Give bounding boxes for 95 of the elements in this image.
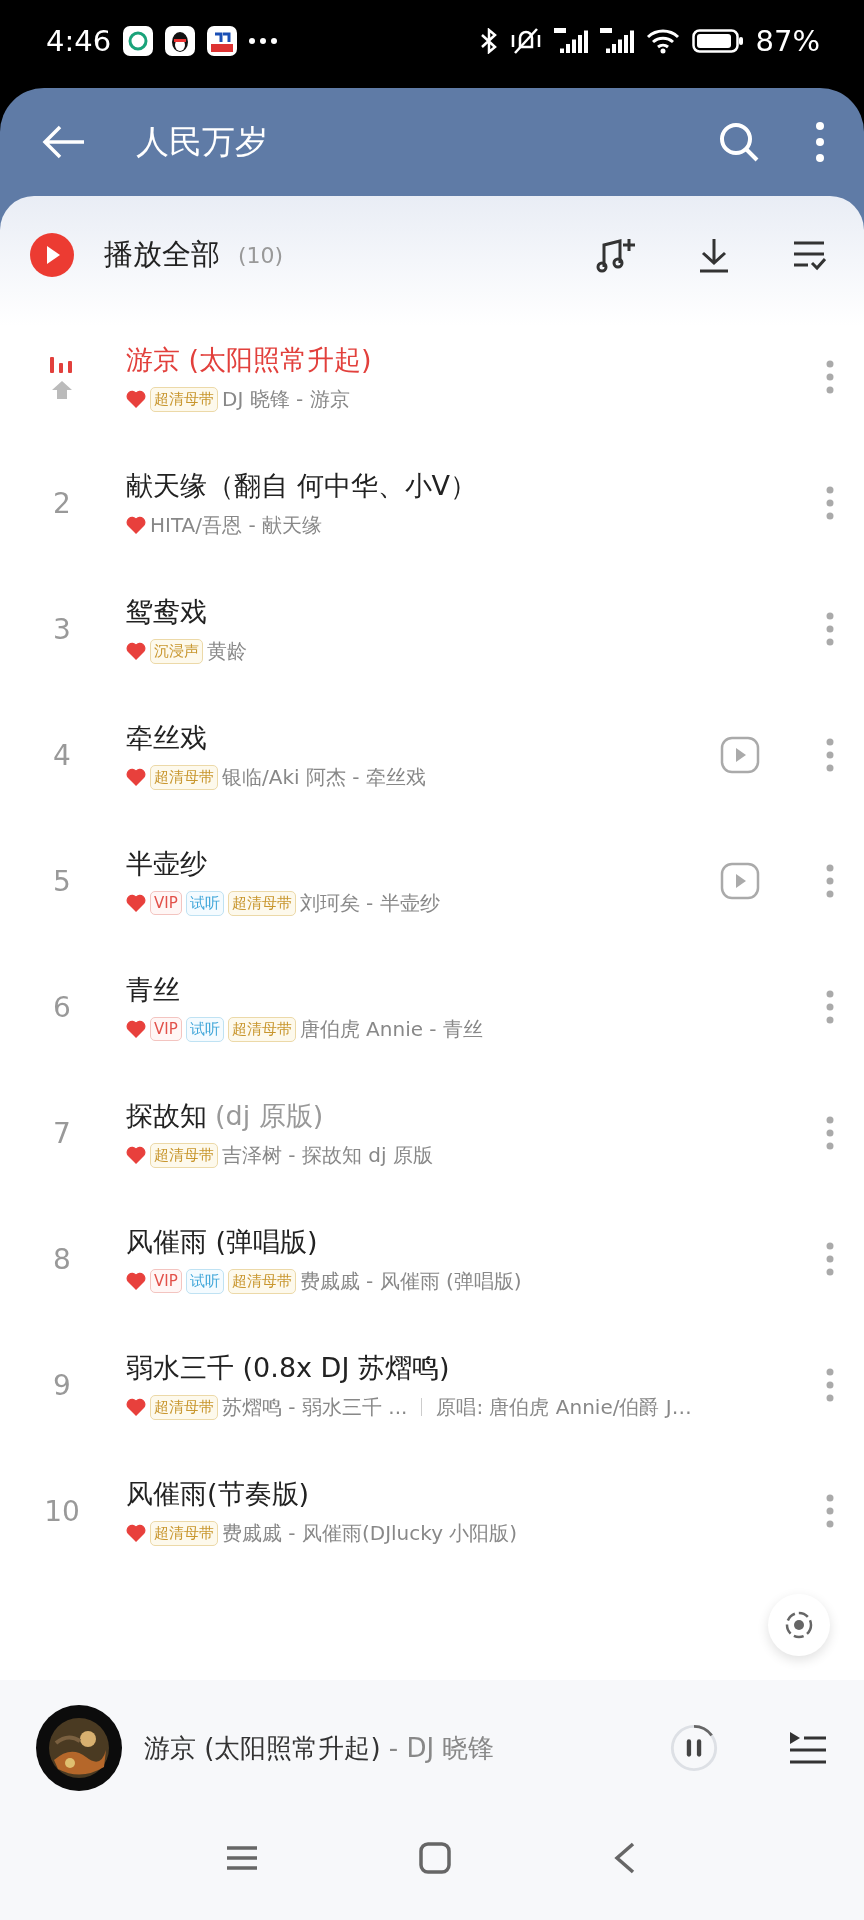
track-number: 6 [53, 990, 71, 1024]
song-row[interactable]: 9 弱水三千 (0.8x DJ 苏熠鸣) 超清母带 苏熠鸣 - 弱水三千 ... 原唱: 唐伯虎 Annie/伯爵 J… [0, 1322, 864, 1448]
song-title: 半壶纱 [126, 846, 208, 881]
clock: 4:46 [46, 24, 112, 58]
quality-badge: 超清母带 [227, 1016, 296, 1042]
track-number: 10 [44, 1494, 80, 1528]
song-row[interactable]: 6 青丝 VIP 试听 超清母带 唐伯虎 Annie - 青丝 [0, 944, 864, 1070]
vip-badge: VIP [150, 1017, 182, 1041]
quality-badge: 超清母带 [150, 386, 218, 412]
song-artist: 费戚戚 - 风催雨 (弹唱版) [299, 1267, 522, 1295]
more-icon[interactable] [826, 1116, 834, 1150]
track-number: 5 [53, 864, 71, 898]
song-row[interactable]: 4 牵丝戏 超清母带 银临/Aki 阿杰 - 牵丝戏 [0, 692, 864, 818]
song-title: 探故知 (dj 原版) [126, 1098, 325, 1133]
app-notification-icon [123, 26, 154, 56]
song-artist: 吉泽树 - 探故知 dj 原版 [222, 1141, 433, 1169]
more-icon[interactable] [826, 738, 834, 772]
song-title: 弱水三千 (0.8x DJ 苏熠鸣) [126, 1350, 451, 1385]
track-number: 2 [53, 486, 71, 520]
song-artist: 费戚戚 - 风催雨(DJlucky 小阳版) [222, 1519, 518, 1547]
heart-icon[interactable] [126, 894, 146, 912]
song-title: 风催雨 (弹唱版) [126, 1224, 319, 1259]
more-icon[interactable] [826, 360, 834, 394]
quality-badge: 超清母带 [150, 1520, 218, 1546]
song-row[interactable]: 5 半壶纱 VIP 试听 超清母带 刘珂矣 - 半壶纱 [0, 818, 864, 944]
vip-badge: VIP [150, 891, 182, 915]
preview-badge: 试听 [185, 1016, 224, 1042]
vertical-dots-icon [816, 122, 824, 162]
playlist-title: 人民万岁 [136, 120, 269, 163]
heart-icon[interactable] [126, 390, 146, 408]
song-row[interactable]: 8 风催雨 (弹唱版) VIP 试听 超清母带 费戚戚 - 风催雨 (弹唱版) [0, 1196, 864, 1322]
preview-badge: 试听 [185, 1268, 224, 1294]
more-icon[interactable] [826, 612, 834, 646]
original-singer: 原唱: 唐伯虎 Annie/伯爵 J… [436, 1393, 692, 1421]
quality-badge: 超清母带 [227, 890, 296, 916]
wifi-icon [645, 28, 680, 54]
more-icon[interactable] [826, 990, 834, 1024]
heart-icon[interactable] [126, 1146, 146, 1164]
more-icon[interactable] [826, 1494, 834, 1528]
song-title: 青丝 [126, 972, 181, 1007]
song-artist: DJ 晓锋 - 游京 [222, 385, 350, 413]
track-number: 4 [53, 738, 71, 772]
quality-badge: 超清母带 [150, 1394, 218, 1420]
battery-icon [691, 29, 744, 53]
more-notifications-icon [249, 38, 278, 44]
heart-icon[interactable] [126, 1524, 146, 1542]
heart-icon[interactable] [126, 1272, 146, 1290]
heart-icon[interactable] [126, 768, 146, 786]
song-artist: 黄龄 [207, 637, 247, 665]
heart-icon[interactable] [126, 642, 146, 660]
song-row[interactable]: 游京 (太阳照常升起) 超清母带 DJ 晓锋 - 游京 [0, 314, 864, 440]
song-title: 风催雨(节奏版) [126, 1476, 311, 1511]
vibrate-mute-icon [509, 27, 542, 55]
song-artist: 苏熠鸣 - 弱水三千 ... [222, 1393, 408, 1421]
preview-badge: 试听 [185, 890, 224, 916]
more-icon[interactable] [826, 1368, 834, 1402]
play-all-button[interactable]: 播放全部 [30, 233, 220, 277]
locate-button[interactable] [768, 1594, 830, 1656]
more-icon[interactable] [826, 1242, 834, 1276]
quality-badge: 超清母带 [227, 1268, 296, 1294]
more-icon[interactable] [826, 864, 834, 898]
song-row[interactable]: 3 鸳鸯戏 沉浸声 黄龄 [0, 566, 864, 692]
song-title: 献天缘（翻自 何中华、小V） [126, 468, 479, 503]
song-title: 鸳鸯戏 [126, 594, 208, 629]
quality-badge: 超清母带 [150, 1142, 218, 1168]
song-row[interactable]: 10 风催雨(节奏版) 超清母带 费戚戚 - 风催雨(DJlucky 小阳版) [0, 1448, 864, 1574]
song-artist: HITA/吾恩 - 献天缘 [150, 511, 322, 539]
more-icon[interactable] [826, 486, 834, 520]
song-artist: 银临/Aki 阿杰 - 牵丝戏 [222, 763, 426, 791]
app-notification-icon [207, 26, 238, 56]
heart-icon[interactable] [126, 1398, 146, 1416]
locate-icon [784, 1610, 814, 1640]
heart-icon[interactable] [126, 1020, 146, 1038]
signal-icon [553, 27, 588, 55]
song-title: 游京 (太阳照常升起) [126, 342, 373, 377]
heart-icon[interactable] [126, 516, 146, 534]
song-artist: 刘珂矣 - 半壶纱 [299, 889, 440, 917]
track-number: 8 [53, 1242, 71, 1276]
quality-badge: 超清母带 [150, 764, 218, 790]
penguin-notification-icon [165, 26, 196, 56]
signal-icon [599, 27, 634, 55]
song-row[interactable]: 7 探故知 (dj 原版) 超清母带 吉泽树 - 探故知 dj 原版 [0, 1070, 864, 1196]
bluetooth-icon [479, 28, 498, 54]
track-number: 3 [53, 612, 71, 646]
song-row[interactable]: 2 献天缘（翻自 何中华、小V） HITA/吾恩 - 献天缘 [0, 440, 864, 566]
song-count: (10) [238, 242, 284, 268]
play-icon [30, 233, 74, 277]
track-number: 7 [53, 1116, 71, 1150]
quality-badge: 沉浸声 [150, 638, 203, 664]
now-playing-title: 游京 (太阳照常升起) - DJ 晓锋 [144, 1731, 496, 1765]
song-artist: 唐伯虎 Annie - 青丝 [299, 1015, 483, 1043]
vip-badge: VIP [150, 1269, 182, 1293]
track-number: 9 [53, 1368, 71, 1402]
song-title: 牵丝戏 [126, 720, 208, 755]
battery-percentage: 87% [755, 24, 820, 58]
